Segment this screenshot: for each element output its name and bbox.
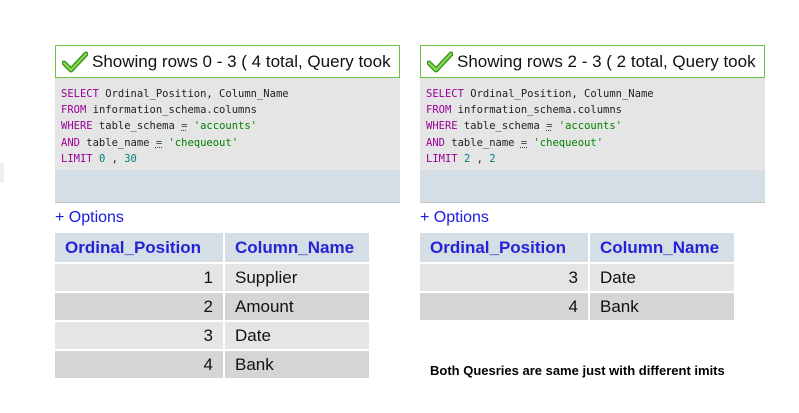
sql-keyword[interactable]: SELECT (426, 88, 464, 100)
sql-keyword[interactable]: WHERE (61, 120, 93, 132)
table-row: 3 Date (420, 264, 734, 291)
column-name-cell: Supplier (225, 264, 369, 291)
table-row: 1 Supplier (55, 264, 369, 291)
column-name-cell: Amount (225, 293, 369, 320)
table-row: 3 Date (55, 322, 369, 349)
edge-fragment (0, 163, 4, 183)
success-banner: Showing rows 2 - 3 ( 2 total, Query took (420, 45, 765, 78)
sql-text: , (105, 152, 125, 165)
ordinal-position-cell: 4 (55, 351, 223, 378)
sql-keyword[interactable]: WHERE (426, 120, 458, 132)
column-name-cell: Bank (225, 351, 369, 378)
left-result-panel: Showing rows 0 - 3 ( 4 total, Query took… (55, 45, 400, 380)
sql-text: table_name (79, 136, 156, 149)
options-link[interactable]: + Options (55, 209, 124, 227)
sql-text: table_schema (92, 120, 182, 133)
sql-keyword[interactable]: FROM (426, 104, 451, 116)
sql-query-box: SELECT Ordinal_Position, Column_Name FROM… (420, 78, 765, 203)
sql-text: Ordinal_Position, Column_Name (98, 88, 289, 100)
sql-keyword[interactable]: LIMIT (426, 153, 458, 165)
results-table: Ordinal_Position Column_Name 3 Date 4 Ba… (418, 231, 736, 322)
success-banner: Showing rows 0 - 3 ( 4 total, Query took (55, 45, 400, 78)
table-row: 4 Bank (55, 351, 369, 378)
sql-line: AND table_name = 'chequeout' (426, 135, 759, 151)
ordinal-position-cell: 4 (420, 293, 588, 320)
sql-line: WHERE table_schema = 'accounts' (61, 118, 394, 134)
sql-line: AND table_name = 'chequeout' (61, 135, 394, 151)
column-header-ordinal-position[interactable]: Ordinal_Position (420, 233, 588, 262)
checkmark-icon (62, 51, 88, 72)
table-header-row: Ordinal_Position Column_Name (420, 233, 734, 262)
column-name-cell: Date (590, 264, 734, 291)
ordinal-position-cell: 1 (55, 264, 223, 291)
sql-text: information_schema.columns (451, 104, 622, 117)
column-name-cell: Date (225, 322, 369, 349)
sql-line: LIMIT 0 , 30 (61, 151, 394, 167)
sql-keyword[interactable]: SELECT (61, 88, 99, 100)
sql-keyword[interactable]: LIMIT (61, 153, 93, 165)
sql-text: table_schema (457, 120, 547, 133)
banner-text: Showing rows 0 - 3 ( 4 total, Query took (92, 51, 391, 71)
sql-query-box: SELECT Ordinal_Position, Column_Name FROM… (55, 78, 400, 203)
sql-query: SELECT Ordinal_Position, Column_Name FROM… (420, 78, 765, 167)
sql-box-footer (420, 170, 765, 202)
sql-number: 2 (489, 152, 496, 165)
sql-query: SELECT Ordinal_Position, Column_Name FROM… (55, 78, 400, 167)
results-table: Ordinal_Position Column_Name 1 Supplier … (53, 231, 371, 380)
ordinal-position-cell: 3 (420, 264, 588, 291)
table-header-row: Ordinal_Position Column_Name (55, 233, 369, 262)
sql-string: 'accounts' (193, 120, 257, 133)
sql-line: SELECT Ordinal_Position, Column_Name (61, 86, 394, 102)
ordinal-position-cell: 3 (55, 322, 223, 349)
sql-text: , (470, 152, 490, 165)
sql-number: 30 (124, 152, 137, 165)
sql-line: SELECT Ordinal_Position, Column_Name (426, 86, 759, 102)
sql-keyword[interactable]: AND (426, 137, 445, 149)
column-header-ordinal-position[interactable]: Ordinal_Position (55, 233, 223, 262)
checkmark-icon (427, 51, 453, 72)
sql-string: 'chequeout' (533, 136, 604, 149)
sql-keyword[interactable]: AND (61, 137, 80, 149)
sql-text: Ordinal_Position, Column_Name (463, 88, 654, 100)
caption-note: Both Quesries are same just with differe… (430, 363, 725, 378)
sql-text: table_name (444, 136, 521, 149)
sql-line: WHERE table_schema = 'accounts' (426, 118, 759, 134)
right-result-panel: Showing rows 2 - 3 ( 2 total, Query took… (420, 45, 765, 322)
banner-text: Showing rows 2 - 3 ( 2 total, Query took (457, 51, 756, 71)
column-header-column-name[interactable]: Column_Name (590, 233, 734, 262)
options-link[interactable]: + Options (420, 209, 489, 227)
sql-line: LIMIT 2 , 2 (426, 151, 759, 167)
sql-line: FROM information_schema.columns (426, 102, 759, 118)
column-header-column-name[interactable]: Column_Name (225, 233, 369, 262)
ordinal-position-cell: 2 (55, 293, 223, 320)
column-name-cell: Bank (590, 293, 734, 320)
sql-keyword[interactable]: FROM (61, 104, 86, 116)
table-row: 2 Amount (55, 293, 369, 320)
sql-string: 'chequeout' (168, 136, 239, 149)
sql-string: 'accounts' (558, 120, 622, 133)
sql-line: FROM information_schema.columns (61, 102, 394, 118)
sql-text: information_schema.columns (86, 104, 257, 117)
table-row: 4 Bank (420, 293, 734, 320)
sql-box-footer (55, 170, 400, 202)
